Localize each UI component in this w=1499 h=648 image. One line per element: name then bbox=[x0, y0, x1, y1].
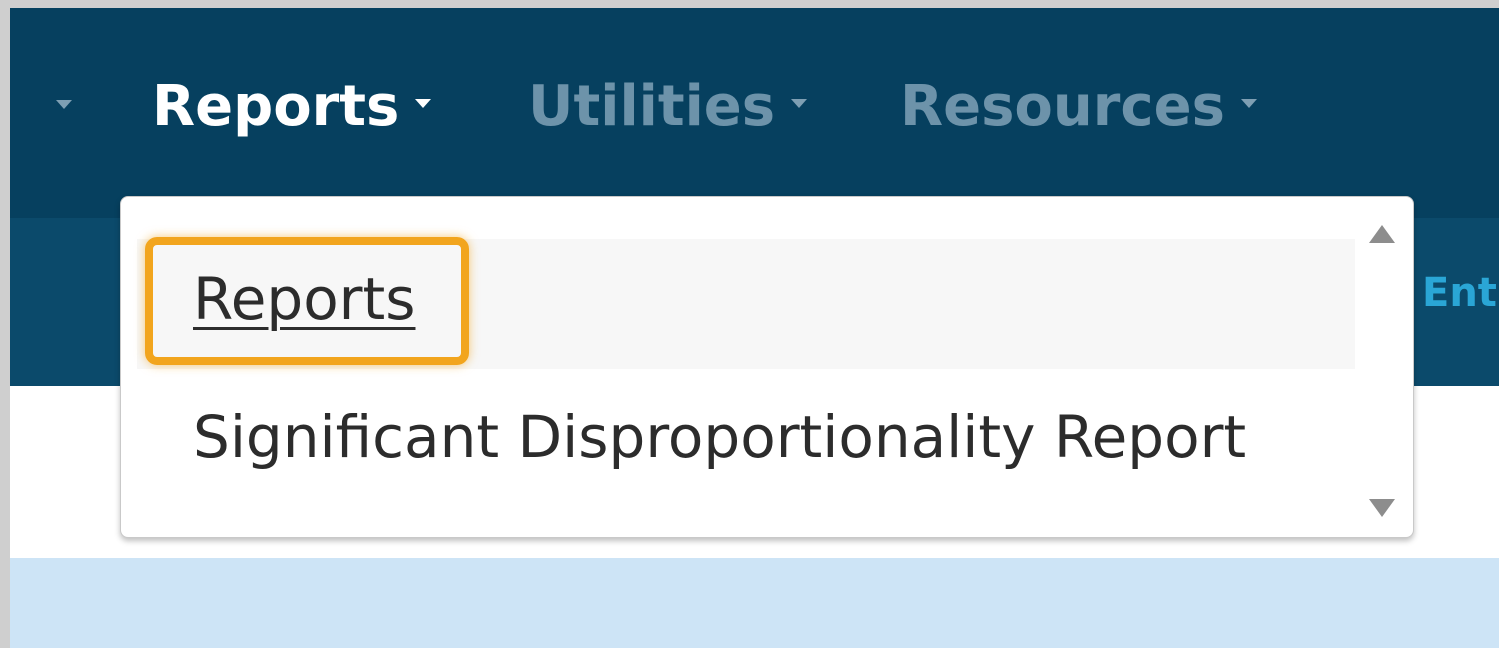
scroll-down-arrow-icon[interactable] bbox=[1369, 499, 1395, 517]
top-navigation-bar: Reports Utilities Resources bbox=[10, 8, 1499, 218]
subnav-partial-link[interactable]: Ent bbox=[1422, 270, 1497, 316]
caret-down-icon bbox=[415, 99, 432, 109]
nav-menu-utilities-label: Utilities bbox=[528, 74, 776, 139]
nav-menu-resources[interactable]: Resources bbox=[900, 74, 1257, 139]
content-banner bbox=[10, 558, 1499, 648]
scroll-up-arrow-icon[interactable] bbox=[1369, 225, 1395, 243]
reports-dropdown-menu: Reports Significant Disproportionality R… bbox=[120, 196, 1414, 538]
app-screen: Reports Utilities Resources Ent Reports … bbox=[10, 8, 1499, 648]
caret-down-icon bbox=[1240, 99, 1257, 109]
callout-highlight-box bbox=[145, 237, 469, 365]
nav-menu-utilities[interactable]: Utilities bbox=[528, 74, 808, 139]
dropdown-item-significant-disproportionality-report[interactable]: Significant Disproportionality Report bbox=[193, 403, 1246, 471]
nav-menu-reports-label: Reports bbox=[152, 74, 400, 139]
nav-menu-resources-label: Resources bbox=[900, 74, 1225, 139]
caret-down-icon[interactable] bbox=[56, 100, 72, 109]
nav-menu-reports[interactable]: Reports bbox=[152, 74, 432, 139]
caret-down-icon bbox=[791, 99, 808, 109]
